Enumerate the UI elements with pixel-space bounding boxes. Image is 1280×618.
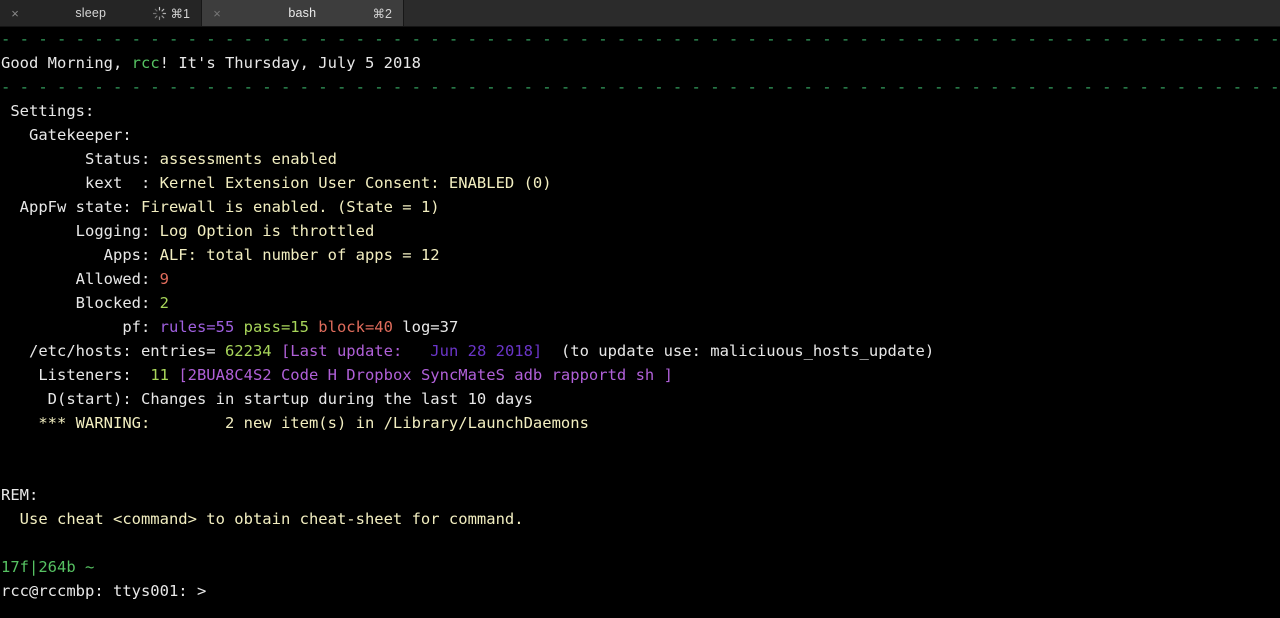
row-dstart: D(start): Changes in startup during the … — [0, 387, 1280, 411]
row-dstart-value: Changes in startup during the last 10 da… — [140, 390, 533, 408]
row-hosts-update-date: Jun 28 2018] — [420, 342, 543, 360]
row-hosts: /etc/hosts: entries= 62234 [Last update:… — [0, 339, 1280, 363]
tab-bash-right: ⌘2 — [373, 6, 403, 21]
row-appfw: AppFw state: Firewall is enabled. (State… — [0, 195, 1280, 219]
row-listeners-label: Listeners: — [1, 366, 151, 384]
row-listeners: Listeners: 11 [2BUA8C4S2 Code H Dropbox … — [0, 363, 1280, 387]
row-appfw-value: Firewall is enabled. (State = 1) — [140, 198, 440, 216]
row-allowed-value: 9 — [159, 270, 169, 288]
row-kext-value: Kernel Extension User Consent: ENABLED (… — [159, 174, 552, 192]
row-pf-block: block=40 — [308, 318, 393, 336]
greeting-user: rcc — [131, 54, 160, 72]
close-icon[interactable]: × — [202, 7, 232, 20]
tab-sleep[interactable]: × sleep ⌘1 — [0, 0, 202, 26]
row-pf-label: pf: — [1, 318, 160, 336]
settings-header: Settings: — [1, 102, 95, 120]
row-status: Status: assessments enabled — [0, 147, 1280, 171]
row-blocked: Blocked: 2 — [0, 291, 1280, 315]
gatekeeper-header: Gatekeeper: — [1, 126, 132, 144]
separator-rule-bottom: - - - - - - - - - - - - - - - - - - - - … — [1, 78, 1280, 96]
row-logging-value: Log Option is throttled — [159, 222, 375, 240]
row-warning: *** WARNING: 2 new item(s) in /Library/L… — [1, 414, 589, 432]
row-pf-rules: rules=55 — [159, 318, 235, 336]
row-appfw-label: AppFw state: — [1, 198, 141, 216]
tab-bash-shortcut: ⌘2 — [372, 6, 392, 21]
row-pf-log: log=37 — [392, 318, 459, 336]
row-apps: Apps: ALF: total number of apps = 12 — [0, 243, 1280, 267]
row-hosts-hint: (to update use: maliciuous_hosts_update) — [542, 342, 935, 360]
rem-body: Use cheat <command> to obtain cheat-shee… — [1, 510, 524, 528]
row-kext-label: kext : — [1, 174, 160, 192]
terminal-output[interactable]: - - - - - - - - - - - - - - - - - - - - … — [0, 27, 1280, 618]
row-logging: Logging: Log Option is throttled — [0, 219, 1280, 243]
spinner-icon — [152, 6, 167, 21]
prompt-status: 17f|264b ~ — [1, 558, 95, 576]
tab-bar: × sleep ⌘1 × bash ⌘2 — [0, 0, 1280, 27]
row-status-value: assessments enabled — [159, 150, 337, 168]
row-listeners-list: [2BUA8C4S2 Code H Dropbox SyncMateS adb … — [168, 366, 673, 384]
rem-header: REM: — [1, 486, 39, 504]
row-hosts-update-open: [Last update: — [271, 342, 421, 360]
greeting-prefix: Good Morning, — [1, 54, 132, 72]
row-listeners-count: 11 — [150, 366, 169, 384]
row-blocked-value: 2 — [159, 294, 169, 312]
row-hosts-entries: 62234 — [224, 342, 272, 360]
row-allowed: Allowed: 9 — [0, 267, 1280, 291]
tab-bash-label: bash — [288, 6, 317, 20]
close-icon[interactable]: × — [0, 7, 30, 20]
separator-rule-top: - - - - - - - - - - - - - - - - - - - - … — [1, 30, 1280, 48]
row-apps-value: ALF: total number of apps = 12 — [159, 246, 440, 264]
row-status-label: Status: — [1, 150, 160, 168]
row-dstart-label: D(start): — [1, 390, 141, 408]
tab-bash[interactable]: × bash ⌘2 — [202, 0, 404, 26]
greeting-line: Good Morning, rcc! It's Thursday, July 5… — [0, 51, 1280, 75]
row-pf: pf: rules=55 pass=15 block=40 log=37 — [0, 315, 1280, 339]
row-hosts-label: /etc/hosts: entries= — [1, 342, 225, 360]
row-pf-pass: pass=15 — [234, 318, 309, 336]
tab-sleep-label: sleep — [75, 6, 107, 20]
greeting-suffix: ! It's Thursday, July 5 2018 — [159, 54, 421, 72]
row-apps-label: Apps: — [1, 246, 160, 264]
tab-sleep-right: ⌘1 — [152, 6, 201, 21]
tab-sleep-shortcut: ⌘1 — [170, 6, 190, 21]
tab-bar-empty-area — [404, 0, 1280, 26]
prompt-line[interactable]: rcc@rccmbp: ttys001: > — [0, 579, 1280, 603]
row-allowed-label: Allowed: — [1, 270, 160, 288]
row-kext: kext : Kernel Extension User Consent: EN… — [0, 171, 1280, 195]
row-logging-label: Logging: — [1, 222, 160, 240]
row-blocked-label: Blocked: — [1, 294, 160, 312]
